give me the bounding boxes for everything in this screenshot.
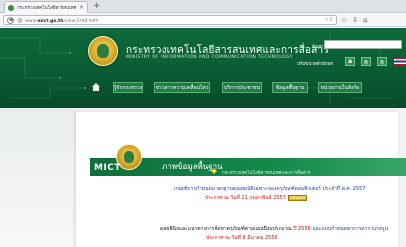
url-text[interactable]: www.mict.go.th/view/1/หน้าหลัก <box>25 17 322 24</box>
ministry-seal-logo[interactable] <box>88 36 118 66</box>
search-label: ค้นหา <box>312 45 324 50</box>
notice-date-2: ประกาศ ณ วันที่ 8 มีนาคม 2556 <box>206 235 278 241</box>
notice-link-2-text: ดุลยพินิจและแนวทางการจัดหาครุภัณฑ์ตามแผน… <box>160 226 292 232</box>
download-icon[interactable]: ⇩ <box>352 15 358 25</box>
map-decoration <box>0 108 76 247</box>
browser-tab-bar: กระทรวงเทคโนโลยีสารสนเทศ... × + <box>0 0 406 13</box>
site-title-english: MINISTRY OF INFORMATION AND COMMUNICATIO… <box>126 55 293 60</box>
browser-tab[interactable]: กระทรวงเทคโนโลยีสารสนเทศ... × <box>4 1 88 13</box>
home-menu-icon[interactable] <box>91 82 101 92</box>
home-icon[interactable]: ⌂ <box>363 15 367 25</box>
tab-title: กระทรวงเทคโนโลยีสารสนเทศ... <box>17 6 76 11</box>
tab-close-icon[interactable]: × <box>79 4 84 11</box>
notice-date-1: ประกาศ ณ วันที่ 21 กุมภาพันธ์ 2557 UPDAT… <box>205 194 308 202</box>
back-arrow-icon[interactable]: ◀ <box>7 16 14 24</box>
site-favicon-icon <box>8 4 14 11</box>
globe-icon: ◍ <box>17 16 23 24</box>
font-size-large-button[interactable]: ก <box>377 57 387 66</box>
notice-link-2-year: ปี 2556 <box>293 226 311 232</box>
star-icon[interactable]: ☆ <box>341 15 347 25</box>
notice-date-1-text: ประกาศ ณ วันที่ 21 กุมภาพันธ์ 2557 <box>205 195 286 201</box>
font-size-small-button[interactable]: a <box>345 57 355 66</box>
menu-basic-info[interactable]: ข้อมูลพื้นฐาน <box>272 82 308 93</box>
mict-logo-text: MICT <box>94 163 122 173</box>
search-input[interactable] <box>324 40 402 49</box>
notice-link-2[interactable]: ดุลยพินิจและแนวทางการจัดหาครุภัณฑ์ตามแผน… <box>160 225 388 233</box>
new-tab-button[interactable]: + <box>93 1 101 12</box>
menu-about-ministry[interactable]: รู้จักกระทรวง <box>113 82 143 93</box>
banner-subtitle: กระทรวงเทคโนโลยีสารสนเทศและการสื่อสาร <box>222 171 311 176</box>
font-size-medium-button[interactable]: ก <box>361 57 371 66</box>
update-badge: UPDATE <box>287 195 308 201</box>
menu-agencies[interactable]: หน่วยงานในสังกัด <box>318 82 362 93</box>
browser-navigation-bar: ◀ ◍ www.mict.go.th/view/1/หน้าหลัก ▿ C ☆… <box>0 13 406 27</box>
thai-flag-icon[interactable] <box>394 58 406 65</box>
font-size-label: ปรับขนาดตัวอักษร <box>297 62 333 67</box>
menu-news[interactable]: ข่าวสารความเคลื่อนไหว <box>154 82 210 93</box>
notice-link-1[interactable]: เกณฑ์การกำหนดมาตรฐานคุณสมบัติเฉพาะของครุ… <box>174 185 365 193</box>
menu-public-services[interactable]: บริการประชาชน <box>222 82 262 93</box>
address-bar[interactable]: ◀ ◍ www.mict.go.th/view/1/หน้าหลัก ▿ C <box>3 15 337 25</box>
reload-icon[interactable]: ▿ C <box>325 17 333 23</box>
notice-link-2-suffix: และแบบกำหนดพาการดาราแรลรูน <box>312 226 389 232</box>
